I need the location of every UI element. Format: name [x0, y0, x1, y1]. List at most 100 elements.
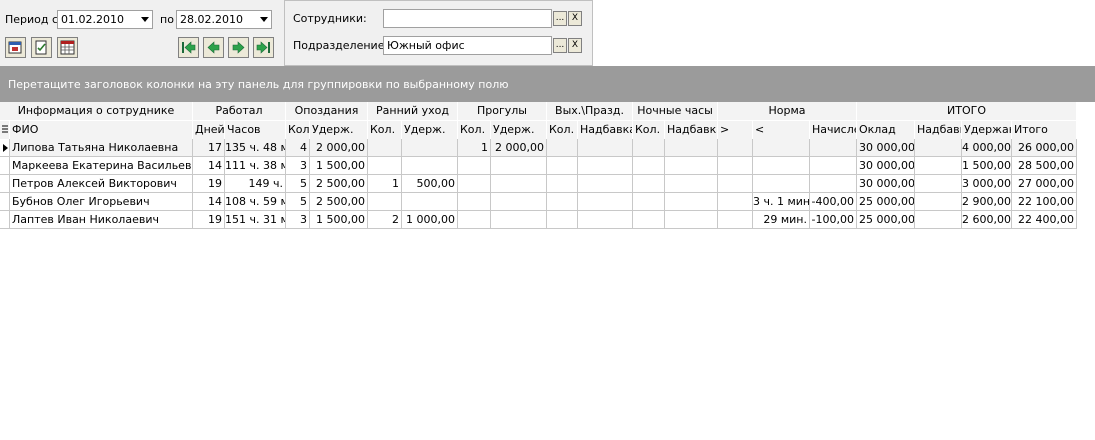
table-row[interactable]: Липова Татьяна Николаевна17135 ч. 48 ми4… [0, 139, 1077, 157]
column-header[interactable]: > [718, 121, 753, 139]
table-cell[interactable]: 3 [286, 157, 310, 175]
column-header[interactable]: Надбавка [665, 121, 718, 139]
column-header[interactable]: Кол. [368, 121, 402, 139]
table-cell[interactable]: 2 000,00 [491, 139, 547, 157]
table-cell[interactable] [633, 139, 665, 157]
department-clear-button[interactable]: X [568, 38, 582, 53]
table-cell[interactable]: 135 ч. 48 ми [225, 139, 286, 157]
table-cell[interactable]: 17 [193, 139, 225, 157]
table-cell[interactable]: 3 [286, 211, 310, 229]
table-cell[interactable]: Петров Алексей Викторович [10, 175, 193, 193]
table-cell[interactable]: 30 000,00 [857, 157, 915, 175]
table-cell[interactable] [491, 157, 547, 175]
column-header[interactable]: Часов [225, 121, 286, 139]
table-cell[interactable]: 22 100,00 [1012, 193, 1077, 211]
table-cell[interactable]: -100,00 [810, 211, 857, 229]
table-cell[interactable]: 2 000,00 [310, 139, 368, 157]
employees-select-button[interactable]: ... [553, 11, 567, 26]
table-cell[interactable] [547, 157, 578, 175]
table-cell[interactable] [402, 193, 458, 211]
table-cell[interactable]: 1 [458, 139, 491, 157]
table-cell[interactable]: Бубнов Олег Игорьевич [10, 193, 193, 211]
document-check-button[interactable] [31, 37, 52, 58]
table-cell[interactable] [578, 193, 633, 211]
table-cell[interactable]: 19 [193, 175, 225, 193]
table-cell[interactable] [368, 193, 402, 211]
table-cell[interactable]: 29 мин. [753, 211, 810, 229]
table-cell[interactable] [915, 157, 962, 175]
table-cell[interactable]: 30 000,00 [857, 139, 915, 157]
table-cell[interactable]: 151 ч. 31 ми [225, 211, 286, 229]
column-header[interactable]: Начисле [810, 121, 857, 139]
table-cell[interactable] [915, 139, 962, 157]
table-cell[interactable]: 5 [286, 193, 310, 211]
table-cell[interactable] [665, 157, 718, 175]
next-period-button[interactable] [228, 37, 249, 58]
band-header[interactable]: Ранний уход [368, 102, 458, 120]
table-cell[interactable] [578, 175, 633, 193]
band-header[interactable]: Работал [193, 102, 286, 120]
column-header[interactable]: Надбавка [578, 121, 633, 139]
table-cell[interactable] [491, 211, 547, 229]
calendar-edit-button[interactable] [5, 37, 26, 58]
table-row[interactable]: Лаптев Иван Николаевич19151 ч. 31 ми31 5… [0, 211, 1077, 229]
table-cell[interactable] [547, 139, 578, 157]
table-cell[interactable]: 25 000,00 [857, 211, 915, 229]
table-cell[interactable] [718, 175, 753, 193]
table-row[interactable]: Петров Алексей Викторович 19 149 ч. 5 2 500,… [0, 175, 1077, 193]
table-cell[interactable] [810, 157, 857, 175]
column-header[interactable]: Кол. [547, 121, 578, 139]
band-header[interactable]: Опоздания [286, 102, 368, 120]
table-cell[interactable]: 1 000,00 [402, 211, 458, 229]
table-cell[interactable] [368, 157, 402, 175]
grid-calendar-button[interactable] [57, 37, 78, 58]
band-header[interactable]: Информация о сотруднике [0, 102, 193, 120]
column-header[interactable]: Оклад [857, 121, 915, 139]
table-cell[interactable] [402, 157, 458, 175]
table-row[interactable]: Бубнов Олег Игорьевич14108 ч. 59 ми52 50… [0, 193, 1077, 211]
table-cell[interactable]: 30 000,00 [857, 175, 915, 193]
table-cell[interactable]: 4 000,00 [962, 139, 1012, 157]
band-header[interactable]: Прогулы [458, 102, 547, 120]
table-cell[interactable] [718, 157, 753, 175]
table-cell[interactable]: 2 500,00 [310, 175, 368, 193]
table-cell[interactable]: 2 600,00 [962, 211, 1012, 229]
table-cell[interactable]: -400,00 [810, 193, 857, 211]
table-cell[interactable]: 2 [368, 211, 402, 229]
table-cell[interactable] [753, 175, 810, 193]
table-cell[interactable] [753, 157, 810, 175]
table-cell[interactable]: 14 [193, 193, 225, 211]
table-cell[interactable] [665, 139, 718, 157]
column-header[interactable]: Удерж. [491, 121, 547, 139]
table-cell[interactable] [458, 157, 491, 175]
table-cell[interactable] [633, 157, 665, 175]
table-cell[interactable] [578, 157, 633, 175]
employees-clear-button[interactable]: X [568, 11, 582, 26]
table-cell[interactable] [578, 211, 633, 229]
department-select-button[interactable]: ... [553, 38, 567, 53]
table-cell[interactable] [458, 193, 491, 211]
table-cell[interactable] [753, 139, 810, 157]
date-from-picker[interactable]: 01.02.2010 [57, 10, 153, 29]
row-indicator[interactable] [0, 157, 10, 175]
table-cell[interactable]: 26 000,00 [1012, 139, 1077, 157]
table-cell[interactable] [915, 175, 962, 193]
table-cell[interactable]: 1 500,00 [310, 157, 368, 175]
table-cell[interactable] [633, 211, 665, 229]
table-cell[interactable] [547, 175, 578, 193]
table-cell[interactable] [810, 175, 857, 193]
table-cell[interactable] [491, 193, 547, 211]
table-cell[interactable] [458, 211, 491, 229]
column-header[interactable]: Кол. [633, 121, 665, 139]
band-header[interactable]: Ночные часы [633, 102, 718, 120]
band-header[interactable]: Норма [718, 102, 857, 120]
last-period-button[interactable] [253, 37, 274, 58]
table-cell[interactable]: 25 000,00 [857, 193, 915, 211]
table-cell[interactable] [633, 193, 665, 211]
table-cell[interactable] [547, 193, 578, 211]
column-header[interactable]: Итого [1012, 121, 1077, 139]
table-cell[interactable]: 1 500,00 [310, 211, 368, 229]
table-cell[interactable]: 2 900,00 [962, 193, 1012, 211]
date-to-picker[interactable]: 28.02.2010 [176, 10, 272, 29]
table-cell[interactable] [718, 139, 753, 157]
